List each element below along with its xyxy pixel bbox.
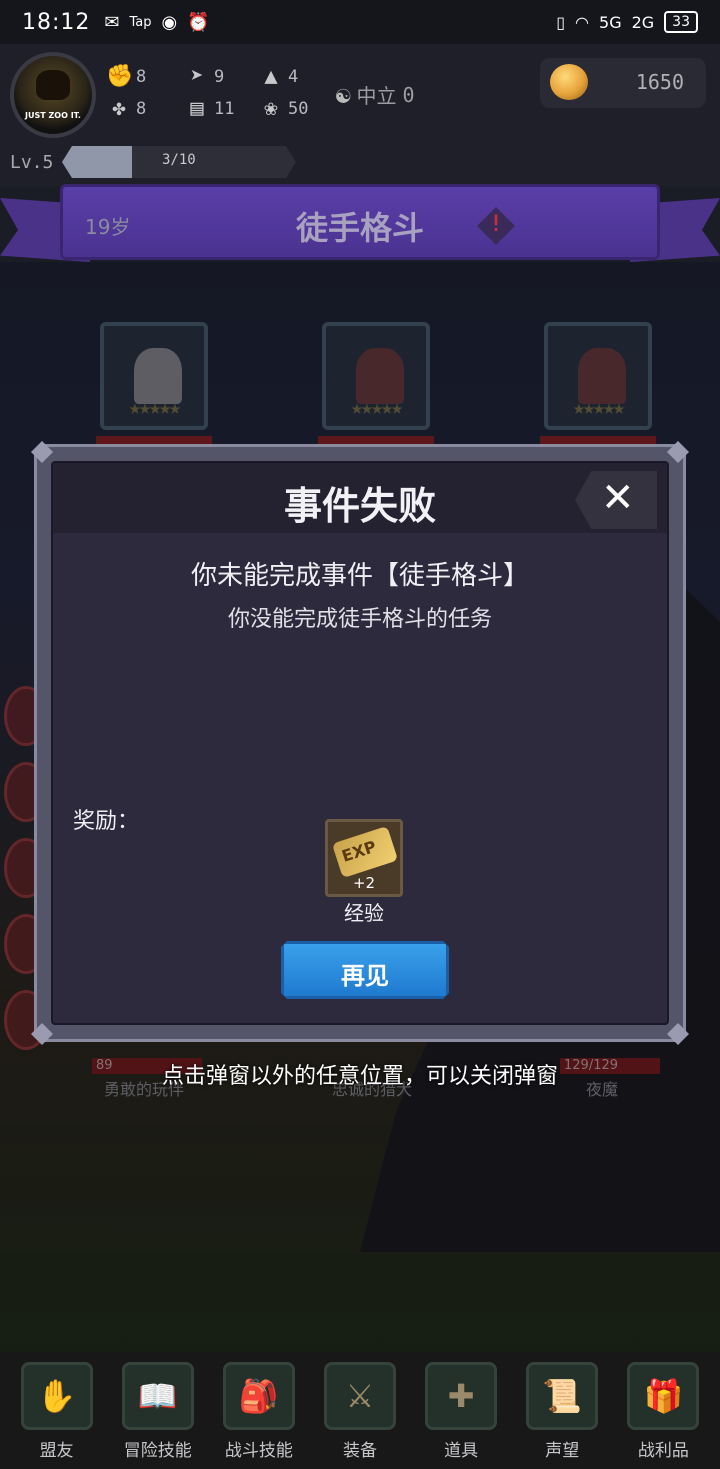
dialog-message: 你未能完成事件【徒手格斗】 (190, 561, 529, 591)
stat-defense[interactable]: ▤ 11 (184, 96, 234, 122)
nav-equipment[interactable]: ⚔ 装备 (316, 1352, 404, 1469)
avatar[interactable]: JUST ZOO IT. (10, 52, 96, 138)
backpack-icon: 🎒 (222, 1362, 295, 1430)
stat-magic-value: 4 (288, 67, 299, 87)
pouch-icon: ✚ (425, 1362, 498, 1430)
nav-label: 声望 (545, 1441, 580, 1461)
status-right: ▯ ◠ 5G 2G 33 (556, 11, 698, 33)
goodbye-button[interactable]: 再见 (281, 941, 449, 999)
player-level: Lv.5 (10, 152, 54, 173)
stat-luck-value: 8 (136, 99, 147, 119)
stat-agility[interactable]: ➤ 9 (184, 64, 224, 90)
nav-items[interactable]: ✚ 道具 (417, 1352, 505, 1469)
vibrate-icon: ▯ (556, 12, 566, 32)
chest-icon: 🎁 (627, 1362, 700, 1430)
stat-luck[interactable]: ✤ 8 (106, 96, 146, 122)
nav-allies[interactable]: ✋ 盟友 (13, 1352, 101, 1469)
dialog-body: 事件失败 ✕ 你未能完成事件【徒手格斗】 你没能完成徒手格斗的任务 奖励： EX… (51, 461, 669, 1025)
lotus-icon: ❀ (264, 96, 278, 121)
goodbye-button-label: 再见 (341, 962, 389, 990)
stat-strength[interactable]: ✊ 8 (106, 64, 146, 90)
close-button[interactable]: ✕ (575, 471, 657, 529)
nav-adventure-skills[interactable]: 📖 冒险技能 (114, 1352, 202, 1469)
reward-name: 经验 (344, 901, 384, 925)
status-bar: 18:12 ✉ Tap ◉ ⏰ ▯ ◠ 5G 2G 33 (0, 0, 720, 44)
stat-wisdom-value: 50 (288, 99, 309, 119)
nav-label: 盟友 (39, 1441, 74, 1461)
xp-bar-fill (62, 146, 133, 178)
nav-reputation[interactable]: 📜 声望 (518, 1352, 606, 1469)
stat-strength-value: 8 (136, 67, 147, 87)
dialog-title: 事件失败 (283, 484, 436, 528)
swords-icon: ⚔ (323, 1362, 396, 1430)
dialog-detail: 你没能完成徒手格斗的任务 (227, 607, 492, 632)
stat-magic[interactable]: ▲ 4 (258, 64, 298, 90)
nav-label: 道具 (444, 1441, 479, 1461)
alignment-value: 0 (402, 82, 415, 107)
clover-icon: ✤ (112, 96, 126, 121)
xp-bar: 3/10 (62, 146, 296, 178)
event-banner-title: 徒手格斗 (295, 209, 424, 247)
close-hint: 点击弹窗以外的任意位置，可以关闭弹窗 (161, 1064, 558, 1089)
boot-icon: ➤ (190, 64, 204, 89)
fist-icon: ✊ (106, 64, 134, 89)
wifi-icon: ◠ (575, 12, 590, 32)
gold-coin-icon (550, 64, 588, 100)
xp-text: 3/10 (162, 152, 196, 168)
wizard-hat-icon: ▲ (264, 64, 278, 89)
reward-label: 奖励： (73, 809, 140, 834)
signal-5g: 5G (599, 12, 622, 32)
reward-exp-item[interactable]: EXP +2 (325, 819, 403, 897)
alignment[interactable]: ☯ 中立 0 (336, 80, 415, 109)
stat-wisdom[interactable]: ❀ 50 (258, 96, 308, 122)
dialog-header: 事件失败 ✕ (53, 463, 667, 533)
wechat-icon: ✉ (104, 11, 120, 33)
armor-icon: ▤ (190, 96, 204, 121)
exp-scroll-icon: EXP (331, 825, 399, 879)
battery-indicator: 33 (664, 11, 698, 33)
eye-icon: ◉ (161, 11, 178, 33)
avatar-face (36, 70, 70, 100)
event-banner: 19岁 徒手格斗 ! (60, 184, 660, 260)
stat-defense-value: 11 (214, 99, 235, 119)
tap-icon: Tap (129, 14, 152, 30)
stat-agility-value: 9 (214, 67, 225, 87)
reward-quantity: +2 (352, 874, 376, 892)
close-icon: ✕ (601, 475, 635, 521)
signal-2g: 2G (631, 12, 655, 32)
player-hud: JUST ZOO IT. ✊ 8 ✤ 8 ➤ 9 ▤ 11 ▲ 4 ❀ 50 ☯… (0, 44, 720, 186)
nav-label: 战利品 (637, 1441, 689, 1461)
gold-counter[interactable]: 1650 (540, 58, 706, 108)
nav-combat-skills[interactable]: 🎒 战斗技能 (215, 1352, 303, 1469)
nav-label: 冒险技能 (123, 1441, 192, 1461)
exp-icon-text: EXP (339, 836, 379, 866)
book-icon: 📖 (121, 1362, 194, 1430)
handshake-icon: ✋ (20, 1362, 93, 1430)
bottom-nav: ✋ 盟友 📖 冒险技能 🎒 战斗技能 ⚔ 装备 ✚ 道具 📜 声望 🎁 战利品 (0, 1352, 720, 1469)
scroll-icon: 📜 (526, 1362, 599, 1430)
gold-value: 1650 (635, 70, 684, 94)
yin-yang-icon: ☯ (336, 80, 351, 109)
avatar-logo: JUST ZOO IT. (25, 111, 81, 120)
nav-label: 战斗技能 (224, 1441, 293, 1461)
alignment-label: 中立 (356, 84, 397, 108)
event-result-dialog: 事件失败 ✕ 你未能完成事件【徒手格斗】 你没能完成徒手格斗的任务 奖励： EX… (31, 441, 689, 1045)
status-time: 18:12 (22, 9, 91, 35)
alarm-icon: ⏰ (187, 11, 210, 33)
nav-loot[interactable]: 🎁 战利品 (619, 1352, 707, 1469)
nav-label: 装备 (342, 1441, 377, 1461)
status-app-icons: ✉ Tap ◉ ⏰ (104, 12, 209, 33)
